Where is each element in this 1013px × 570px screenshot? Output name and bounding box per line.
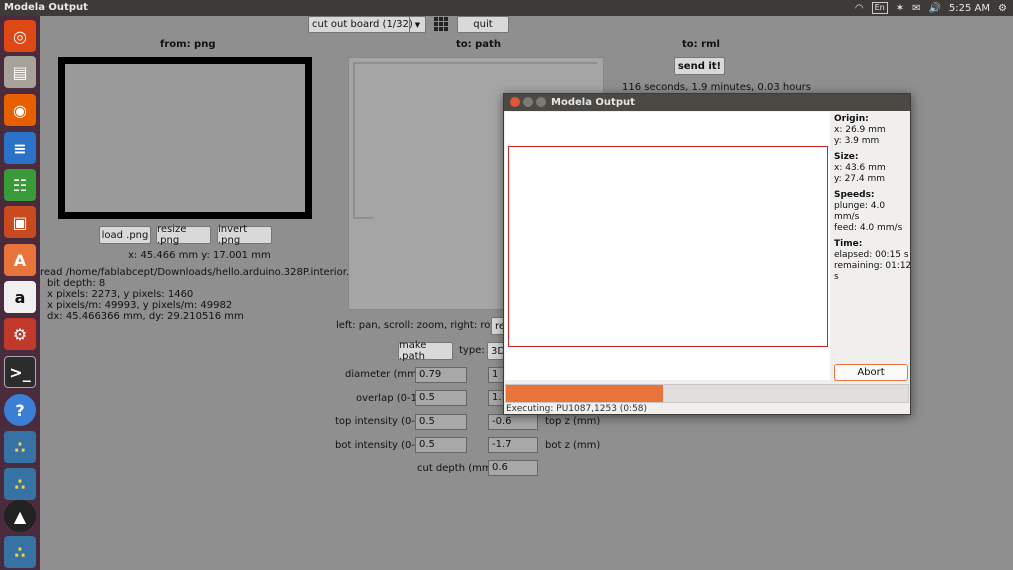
plunge-speed: plunge: 4.0 mm/s [834,201,886,222]
python-icon[interactable]: ∴ [4,536,36,568]
wifi-icon[interactable]: ◠ [855,3,864,14]
param-label: top intensity (0-1) [335,416,426,427]
progress-fill [506,385,663,402]
process-select-value: cut out board (1/32) [312,19,413,30]
param-label: bot intensity (0-1) [335,440,426,451]
progress-bar [505,384,909,403]
size-x: x: 43.6 mm [834,163,886,173]
top-panel: Modela Output ◠ En ✶ ✉ 🔊 5:25 AM ⚙ [0,0,1013,16]
feed-speed: feed: 4.0 mm/s [834,223,903,233]
make-path-button[interactable]: make .path [398,340,453,362]
close-icon[interactable] [510,97,520,107]
abort-button[interactable]: Abort [834,364,908,381]
resize-png-button[interactable]: resize .png [156,224,211,246]
param-label: overlap (0-1) [356,393,421,404]
writer-icon[interactable]: ≡ [4,132,36,164]
png-image [65,64,305,212]
window-title: Modela Output [4,2,88,13]
diameter-input[interactable]: 0.79 [415,367,467,383]
help-icon[interactable]: ? [4,394,36,426]
dialog-titlebar[interactable]: Modela Output [504,94,910,111]
elapsed-time: elapsed: 00:15 s [834,250,909,260]
bot-intensity-input[interactable]: 0.5 [415,437,467,453]
origin-x: x: 26.9 mm [834,125,886,135]
settings-icon[interactable]: ⚙ [4,318,36,350]
png-info-depth: bit depth: 8 [47,278,106,289]
bot-z-input[interactable]: -1.7 [488,437,538,453]
png-info-path: read /home/fablabcept/Downloads/hello.ar… [40,267,369,278]
system-tray: ◠ En ✶ ✉ 🔊 5:25 AM ⚙ [855,1,1007,15]
png-info-ppm: x pixels/m: 49993, y pixels/m: 49982 [47,300,233,311]
png-info-pixels: x pixels: 2273, y pixels: 1460 [47,289,194,300]
python-icon[interactable]: ∴ [4,468,36,500]
minimize-icon[interactable] [523,97,533,107]
path-header: to: path [456,39,501,50]
dialog-title: Modela Output [551,97,635,108]
origin-heading: Origin: [834,114,869,124]
png-info-dxdy: dx: 45.466366 mm, dy: 29.210516 mm [47,311,244,322]
status-text: Executing: PU1087,1253 (0:58) [506,404,648,414]
apps-grid-icon[interactable] [434,17,448,31]
firefox-icon[interactable]: ◉ [4,94,36,126]
toolpath-canvas [505,112,830,380]
modela-output-dialog: Modela Output Origin: x: 26.9 mm y: 3.9 … [503,93,911,415]
keyboard-layout-indicator[interactable]: En [871,2,888,14]
terminal-icon[interactable]: >_ [4,356,36,388]
launcher: ◎ ▤ ◉ ≡ ☷ ▣ A a ⚙ >_ ? ∴ ∴ ▲ ∴ [0,16,40,570]
param-label: diameter (mm) [345,369,421,380]
chevron-down-icon: ▼ [409,17,425,32]
invert-png-button[interactable]: invert .png [217,224,272,246]
from-header: from: png [160,39,216,50]
top-intensity-input[interactable]: 0.5 [415,414,467,430]
bot-z-label: bot z (mm) [545,440,601,451]
software-center-icon[interactable]: A [4,244,36,276]
remaining-time: remaining: 01:12 s [834,261,912,282]
volume-icon[interactable]: 🔊 [928,3,940,14]
type-label: type: [459,345,485,356]
overlap-input[interactable]: 0.5 [415,390,467,406]
time-estimate: 116 seconds, 1.9 minutes, 0.03 hours [622,82,811,93]
maximize-icon[interactable] [536,97,546,107]
top-z-input[interactable]: -0.6 [488,414,538,430]
send-it-button[interactable]: send it! [674,57,725,75]
calc-icon[interactable]: ☷ [4,169,36,201]
size-heading: Size: [834,152,859,162]
ubuntu-icon[interactable]: ◎ [4,20,36,52]
job-info-panel: Origin: x: 26.9 mm y: 3.9 mm Size: x: 43… [834,114,912,288]
origin-y: y: 3.9 mm [834,136,880,146]
mail-icon[interactable]: ✉ [912,3,920,14]
cut-depth-input[interactable]: 0.6 [488,460,538,476]
python-icon[interactable]: ∴ [4,431,36,463]
speeds-heading: Speeds: [834,190,875,200]
load-png-button[interactable]: load .png [99,226,151,244]
toolpath-outline [508,146,828,347]
impress-icon[interactable]: ▣ [4,206,36,238]
bluetooth-icon[interactable]: ✶ [896,3,904,14]
view-hint: left: pan, scroll: zoom, right: rotate [336,320,511,331]
png-size-readout: x: 45.466 mm y: 17.001 mm [128,250,271,261]
time-heading: Time: [834,239,863,249]
files-icon[interactable]: ▤ [4,56,36,88]
power-icon[interactable]: ⚙ [998,3,1007,14]
process-select[interactable]: cut out board (1/32) ▼ [308,16,426,33]
inkscape-icon[interactable]: ▲ [4,500,36,532]
rml-header: to: rml [682,39,720,50]
size-y: y: 27.4 mm [834,174,885,184]
png-preview [58,57,312,219]
amazon-icon[interactable]: a [4,281,36,313]
cut-depth-label: cut depth (mm) [417,463,496,474]
clock[interactable]: 5:25 AM [949,3,990,14]
quit-button[interactable]: quit [457,16,509,33]
top-z-label: top z (mm) [545,416,601,427]
